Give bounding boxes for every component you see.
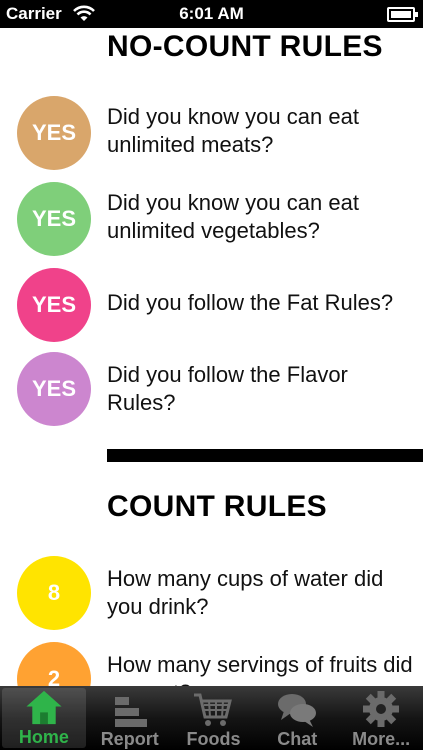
rule-question: Did you know you can eat unlimited veget… — [107, 190, 359, 243]
tab-foods[interactable]: Foods — [172, 686, 256, 750]
tab-home[interactable]: Home — [2, 688, 86, 748]
count-badge[interactable]: 2 — [17, 642, 91, 686]
cart-icon — [194, 693, 233, 726]
tab-label: Foods — [186, 729, 241, 749]
count-badge[interactable]: 8 — [17, 556, 91, 630]
rule-question: Did you know you can eat unlimited meats… — [107, 104, 359, 157]
gear-icon — [363, 691, 400, 727]
tab-bar: Home Report Foods Chat More... — [0, 686, 423, 750]
no-count-rules-title: NO-COUNT RULES — [107, 30, 383, 63]
yes-badge[interactable]: YES — [17, 182, 91, 256]
rule-item-fat-rules[interactable]: YES Did you follow the Fat Rules? — [0, 266, 423, 346]
yes-badge[interactable]: YES — [17, 268, 91, 342]
report-icon — [114, 697, 147, 727]
rule-item-meats[interactable]: YES Did you know you can eat unlimited m… — [0, 94, 423, 174]
rule-item-flavor-rules[interactable]: YES Did you follow the Flavor Rules? — [0, 352, 423, 432]
rule-question: How many servings of fruits did you eat? — [107, 652, 413, 686]
status-bar: Carrier 6:01 AM — [0, 0, 423, 28]
home-icon — [26, 690, 62, 725]
tab-label: More... — [352, 729, 411, 749]
tab-more[interactable]: More... — [339, 686, 423, 750]
yes-badge[interactable]: YES — [17, 352, 91, 426]
rule-question: Did you follow the Fat Rules? — [107, 290, 394, 315]
tab-label: Chat — [277, 729, 318, 749]
rule-question: Did you follow the Flavor Rules? — [107, 362, 348, 415]
rules-scroll-view[interactable]: NO-COUNT RULES YES Did you know you can … — [0, 28, 423, 686]
tab-label: Report — [100, 729, 159, 749]
section-divider — [107, 449, 423, 462]
tab-chat[interactable]: Chat — [255, 686, 339, 750]
battery-icon — [387, 7, 418, 22]
rule-item-water[interactable]: 8 How many cups of water did you drink? — [0, 556, 423, 636]
rule-question: How many cups of water did you drink? — [107, 566, 384, 619]
tab-label: Home — [18, 727, 69, 747]
status-time: 6:01 AM — [179, 4, 244, 23]
tab-report[interactable]: Report — [88, 686, 172, 750]
yes-badge[interactable]: YES — [17, 96, 91, 170]
chat-icon — [278, 694, 317, 727]
count-rules-title: COUNT RULES — [107, 490, 327, 523]
rule-item-vegetables[interactable]: YES Did you know you can eat unlimited v… — [0, 180, 423, 260]
rule-item-fruits[interactable]: 2 How many servings of fruits did you ea… — [0, 642, 423, 686]
